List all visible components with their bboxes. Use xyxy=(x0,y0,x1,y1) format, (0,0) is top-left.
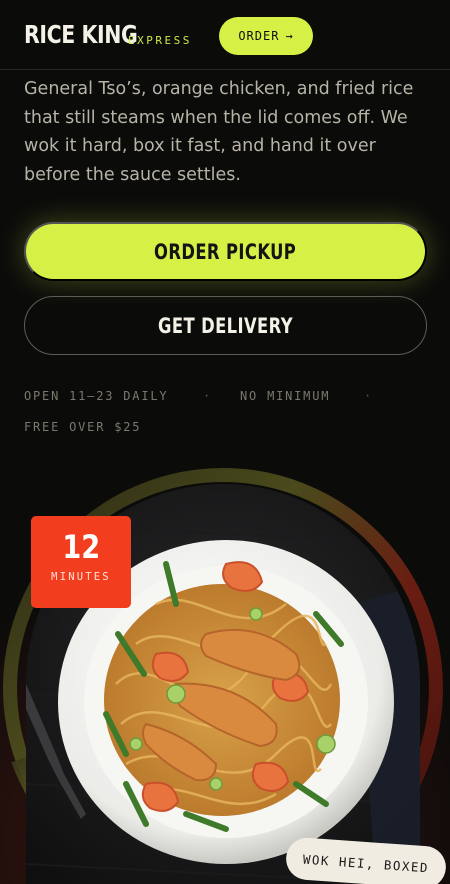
minimum-order-note: NO MINIMUM xyxy=(240,389,331,403)
free-delivery-note: FREE OVER $25 xyxy=(24,420,142,434)
opening-hours: OPEN 11–23 DAILY xyxy=(24,389,169,403)
prep-time-value: 12 xyxy=(62,528,100,566)
get-delivery-button[interactable]: GET DELIVERY xyxy=(24,296,427,355)
prep-time-badge: 12 MINUTES xyxy=(31,516,131,608)
order-pickup-label: ORDER PICKUP xyxy=(154,239,297,264)
order-button-label: ORDER xyxy=(238,29,280,43)
arrow-right-icon: → xyxy=(285,29,294,43)
brand-logo[interactable]: RICE KING xyxy=(24,20,138,49)
top-bar: RICE KING EXPRESS ORDER → xyxy=(0,0,450,70)
landing-page: RICE KING EXPRESS ORDER → General Tso’s,… xyxy=(0,0,450,884)
order-button[interactable]: ORDER → xyxy=(219,17,313,55)
get-delivery-label: GET DELIVERY xyxy=(158,313,293,338)
prep-time-unit: MINUTES xyxy=(51,571,111,583)
brand-subtitle: EXPRESS xyxy=(128,34,192,47)
order-pickup-button[interactable]: ORDER PICKUP xyxy=(24,222,427,281)
separator-dot: · xyxy=(364,389,374,403)
separator-dot: · xyxy=(203,389,213,403)
info-row: FREE OVER $25 xyxy=(24,420,141,434)
hero-tagline: General Tso’s, orange chicken, and fried… xyxy=(24,79,414,185)
